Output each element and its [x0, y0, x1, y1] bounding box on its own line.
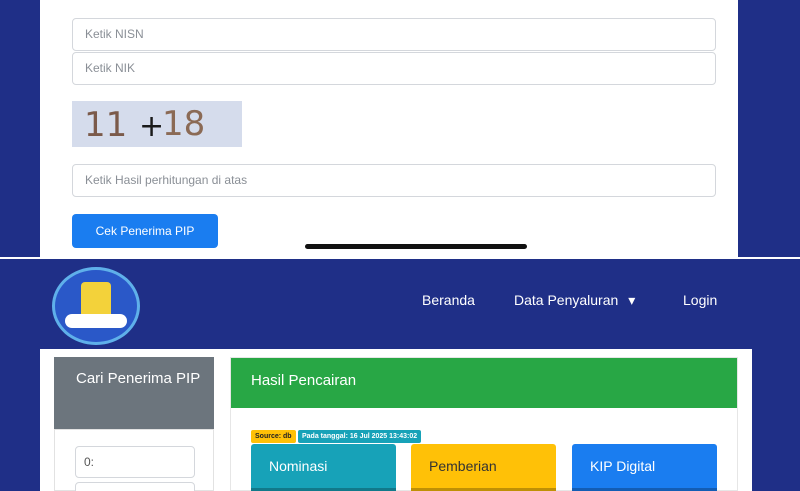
nav-login[interactable]: Login: [683, 292, 717, 308]
pemberian-label: Pemberian: [429, 458, 497, 474]
nisn-input[interactable]: Ketik NISN: [72, 18, 716, 51]
kemendikbud-logo-icon[interactable]: [52, 267, 140, 345]
pemberian-card[interactable]: Pemberian: [411, 444, 556, 491]
source-badge: Source: db: [251, 430, 296, 443]
pip-check-form: Ketik NISN Ketik NIK 11 + 18 Ketik Hasil…: [40, 0, 738, 257]
kip-digital-label: KIP Digital: [590, 458, 656, 474]
captcha-operand-a: 11: [84, 105, 128, 145]
chevron-down-icon: ▾: [628, 292, 636, 308]
results-header: Hasil Pencairan: [231, 358, 737, 408]
captcha-operand-b: 18: [162, 104, 206, 144]
cek-penerima-button[interactable]: Cek Penerima PIP: [72, 214, 218, 248]
captcha-operator: +: [139, 109, 165, 144]
logo-ribbon: [65, 314, 127, 328]
nominasi-label: Nominasi: [269, 458, 328, 474]
search-input[interactable]: 0:: [75, 446, 195, 478]
nav-data-penyaluran-label: Data Penyaluran: [514, 292, 619, 308]
results-card: Hasil Pencairan Source: db Pada tanggal:…: [230, 357, 738, 491]
home-indicator-bar: [305, 244, 527, 249]
nominasi-card[interactable]: Nominasi: [251, 444, 396, 491]
captcha-image: 11 + 18: [72, 101, 242, 147]
date-badge: Pada tanggal: 16 Jul 2025 13:43:02: [298, 430, 422, 443]
kip-digital-card[interactable]: KIP Digital: [572, 444, 717, 491]
captcha-answer-input[interactable]: Ketik Hasil perhitungan di atas: [72, 164, 716, 197]
search-input-secondary[interactable]: [75, 482, 195, 491]
top-navbar: Beranda Data Penyaluran ▾ Login: [0, 259, 800, 349]
results-title: Hasil Pencairan: [251, 372, 357, 389]
search-card-body: 0:: [54, 429, 214, 491]
search-card-header: Cari Penerima PIP: [54, 357, 214, 429]
main-content: Cari Penerima PIP 0: Hasil Pencairan Sou…: [40, 349, 752, 491]
nav-beranda[interactable]: Beranda: [422, 292, 475, 308]
nav-data-penyaluran[interactable]: Data Penyaluran ▾: [514, 292, 635, 309]
search-card-title: Cari Penerima PIP: [76, 370, 201, 387]
nik-input[interactable]: Ketik NIK: [72, 52, 716, 85]
